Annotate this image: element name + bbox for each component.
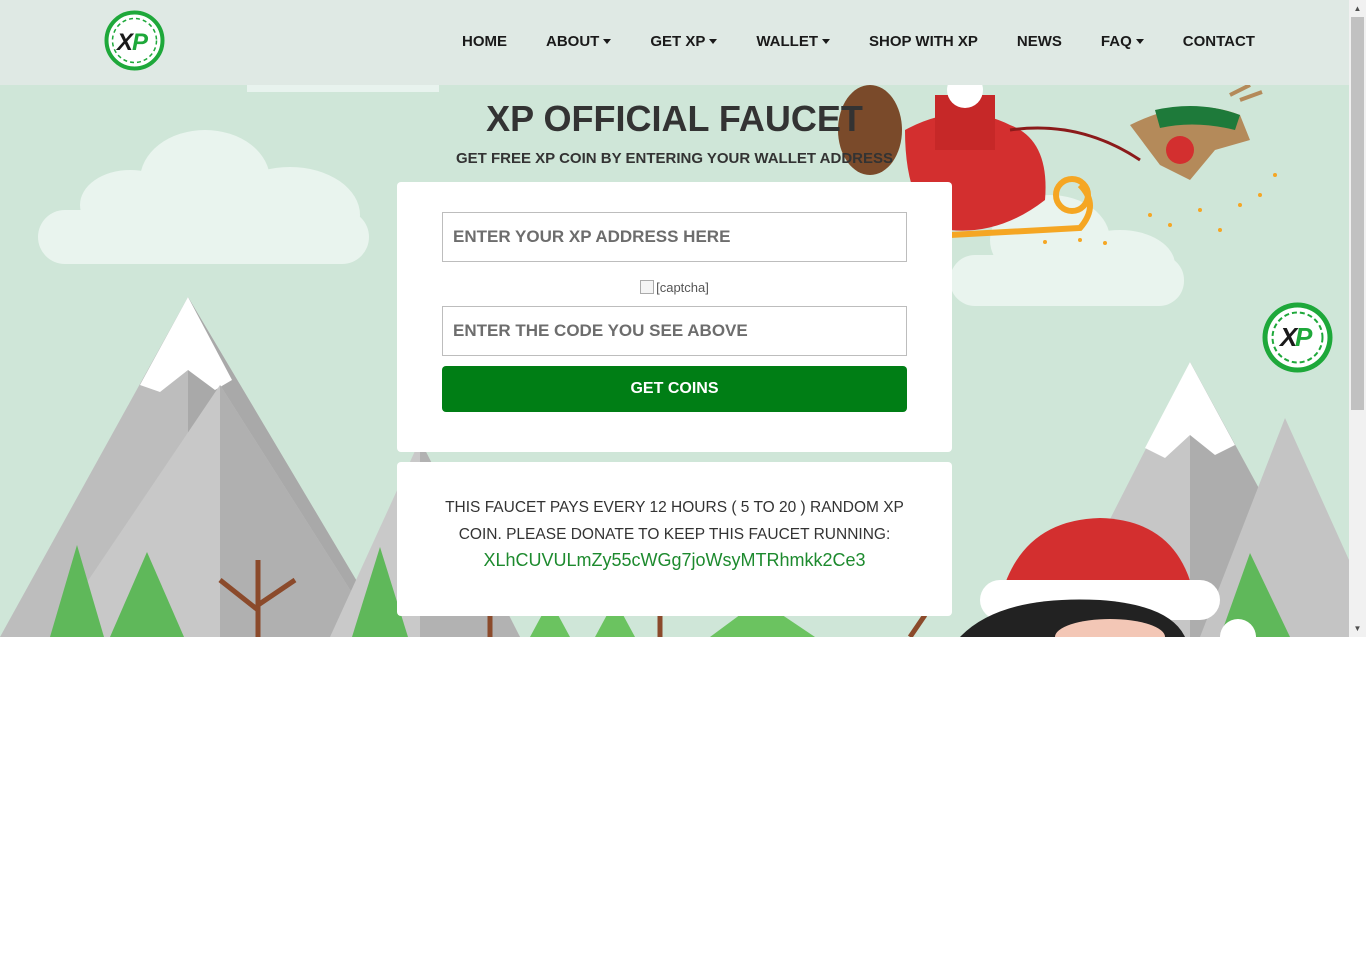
nav-contact[interactable]: CONTACT [1183,33,1255,50]
nav-faq[interactable]: FAQ [1101,33,1144,50]
nav-about[interactable]: ABOUT [546,33,612,50]
page-title: XP OFFICIAL FAUCET [486,98,863,139]
caret-down-icon [709,39,718,44]
browser-viewport: X P HOME ABOUT GET XP WALLET SHOP WITH X… [0,0,1366,637]
nav-faq-label: FAQ [1100,33,1132,50]
captcha-image: [captcha] [397,280,952,295]
xp-badge-icon[interactable]: X P [1260,300,1335,375]
nav-get-xp-label: GET XP [650,33,706,50]
caret-down-icon [603,39,612,44]
page-subtitle: GET FREE XP COIN BY ENTERING YOUR WALLET… [456,150,893,167]
nav-about-label: ABOUT [546,33,600,50]
caret-down-icon [1135,39,1144,44]
nav-home[interactable]: HOME [462,33,507,50]
nav-home-label: HOME [462,33,507,50]
xp-address-input[interactable] [442,212,907,262]
vertical-scrollbar[interactable]: ▲ ▼ [1349,0,1366,637]
faucet-info-card: THIS FAUCET PAYS EVERY 12 HOURS ( 5 TO 2… [397,462,952,616]
captcha-code-input[interactable] [442,306,907,356]
nav-contact-label: CONTACT [1182,33,1255,50]
scroll-up-arrow-icon[interactable]: ▲ [1349,0,1366,17]
scrollbar-thumb[interactable] [1351,17,1364,410]
site-header: X P HOME ABOUT GET XP WALLET SHOP WITH X… [0,0,1349,85]
nav-shop-label: SHOP WITH XP [869,33,978,50]
svg-text:P: P [1295,322,1313,352]
donation-address[interactable]: XLhCUVULmZy55cWGg7joWsyMTRhmkk2Ce3 [397,550,952,571]
nav-news[interactable]: NEWS [1017,33,1062,50]
caret-down-icon [822,39,830,44]
xp-logo-icon[interactable]: X P [104,10,165,71]
nav-wallet-label: WALLET [756,33,818,50]
nav-shop-with-xp[interactable]: SHOP WITH XP [869,33,978,50]
broken-image-icon [640,280,655,294]
faucet-info-text: THIS FAUCET PAYS EVERY 12 HOURS ( 5 TO 2… [445,499,904,543]
faucet-form-card: [captcha] GET COINS [397,182,952,452]
nav-get-xp[interactable]: GET XP [650,33,718,50]
svg-text:P: P [132,29,149,56]
nav-news-label: NEWS [1016,33,1062,50]
nav-wallet[interactable]: WALLET [756,33,830,50]
main-nav: HOME ABOUT GET XP WALLET SHOP WITH XP NE… [462,33,1255,50]
captcha-alt-text: [captcha] [656,280,709,295]
scroll-down-arrow-icon[interactable]: ▼ [1349,620,1366,637]
get-coins-button[interactable]: GET COINS [442,366,907,412]
